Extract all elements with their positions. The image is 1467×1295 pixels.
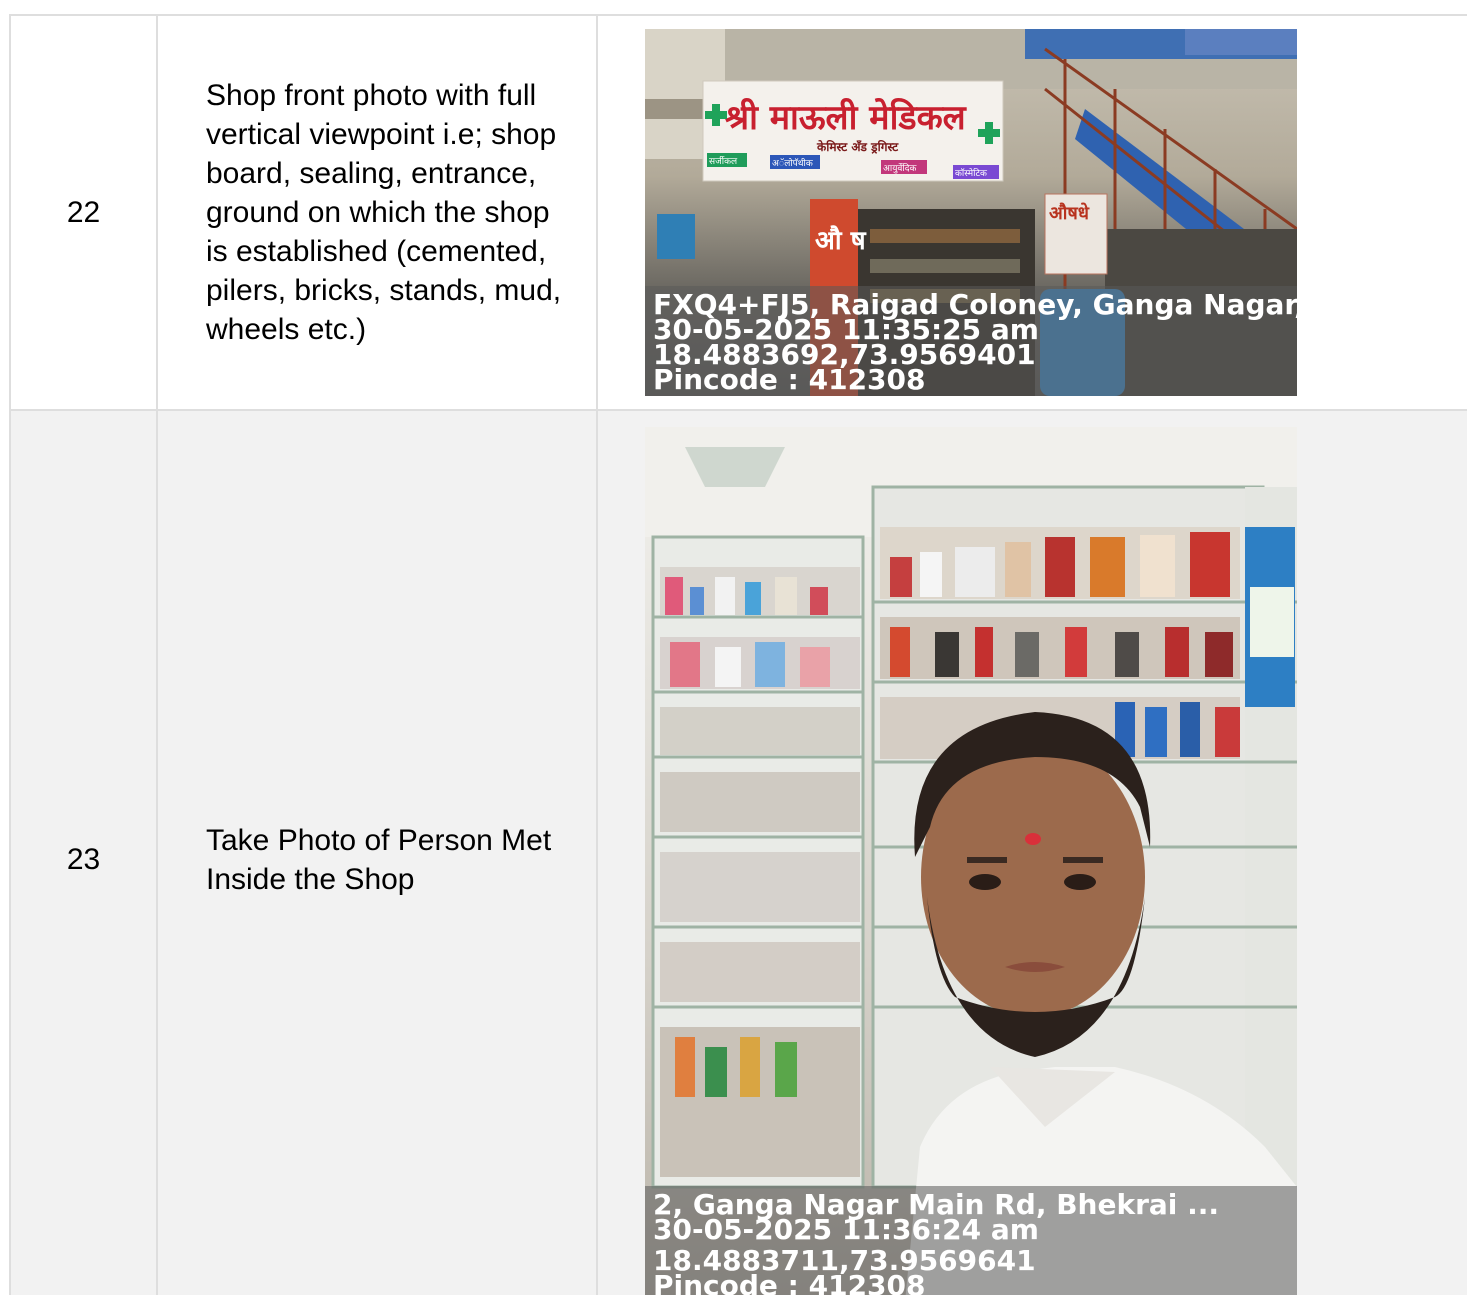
tag-allopathic: अॅलोपॅथीक [772, 157, 814, 169]
description-cell: Take Photo of Person Met Inside the Shop [156, 409, 598, 1295]
serial-number: 23 [9, 409, 158, 1295]
document-page: 22 Shop front photo with full vertical v… [0, 0, 1467, 1295]
tag-ayurvedic: आयुर्वेदिक [883, 162, 918, 174]
geo-stamp: 2, Ganga Nagar Main Rd, Bhekrai ... 30-0… [645, 1186, 1297, 1295]
shop-front-photo: श्री माऊली मेडिकल केमिस्ट अँड ड्रगिस्ट स… [645, 29, 1297, 396]
description-text: Take Photo of Person Met Inside the Shop [206, 824, 552, 896]
description-cell: Shop front photo with full vertical view… [156, 14, 598, 411]
geo-stamp: FXQ4+FJ5, Raigad Coloney, Ganga Nagar, P… [645, 286, 1297, 396]
signboard-subtext: केमिस्ट अँड ड्रगिस्ट [816, 140, 899, 154]
side-sign-text: औषधे [1049, 202, 1090, 224]
tag-surgical: सर्जीकल [709, 155, 738, 167]
shop-interior-illustration [645, 427, 1297, 1295]
photo-cell: श्री माऊली मेडिकल केमिस्ट अँड ड्रगिस्ट स… [596, 14, 1467, 411]
table-row: 23 Take Photo of Person Met Inside the S… [9, 409, 1467, 1295]
table-row: 22 Shop front photo with full vertical v… [9, 14, 1467, 411]
signboard-text: श्री माऊली मेडिकल [725, 97, 968, 138]
photo-cell: 2, Ganga Nagar Main Rd, Bhekrai ... 30-0… [596, 409, 1467, 1295]
tag-cosmetic: कॉस्मेटिक [955, 167, 988, 179]
description-text: Shop front photo with full vertical view… [206, 79, 562, 346]
serial-number: 22 [9, 14, 158, 411]
pillar-sign-text: औ ष [815, 225, 867, 256]
person-photo: 2, Ganga Nagar Main Rd, Bhekrai ... 30-0… [645, 427, 1297, 1295]
inspection-table: 22 Shop front photo with full vertical v… [9, 14, 1467, 1295]
